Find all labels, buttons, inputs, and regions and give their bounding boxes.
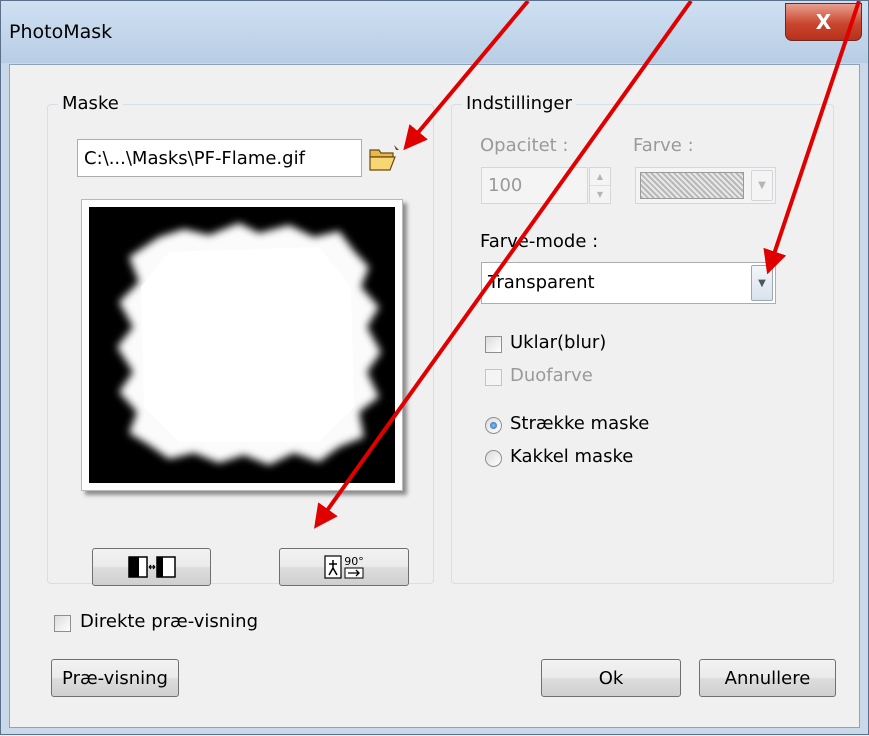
live-preview-label: Direkte præ-visning (80, 611, 259, 632)
opacity-label: Opacitet : (480, 135, 569, 156)
mask-preview-image (89, 207, 395, 483)
invert-mask-button[interactable] (92, 548, 211, 586)
color-mode-label: Farve-mode : (480, 231, 599, 252)
mask-group-label: Maske (58, 93, 123, 114)
settings-group-label: Indstillinger (462, 93, 576, 114)
cancel-button[interactable]: Annullere (699, 659, 836, 697)
color-mode-value: Transparent (488, 272, 595, 293)
rotate-90-icon: 90° (324, 555, 364, 579)
chevron-down-icon[interactable]: ▼ (751, 265, 773, 301)
stretch-mask-label: Strække maske (510, 413, 650, 434)
spin-up-icon[interactable]: ▲ (590, 168, 610, 186)
title-bar[interactable]: PhotoMask X (1, 1, 868, 63)
invert-mask-icon (127, 556, 176, 578)
opacity-value: 100 (488, 175, 523, 196)
color-swatch (640, 172, 744, 199)
color-dropdown-icon[interactable]: ▼ (751, 170, 773, 201)
mask-file-path-field[interactable]: C:\...\Masks\PF-Flame.gif (77, 139, 362, 177)
tile-mask-label: Kakkel maske (510, 446, 634, 467)
spin-down-icon[interactable]: ▼ (590, 186, 610, 204)
duotone-checkbox[interactable] (485, 369, 502, 386)
blur-label: Uklar(blur) (510, 332, 607, 353)
preview-button[interactable]: Præ-visning (51, 659, 179, 697)
close-icon: X (815, 10, 832, 34)
photomask-dialog: PhotoMask X Maske C:\...\Masks\PF-Flame.… (0, 0, 869, 735)
color-mode-select[interactable]: Transparent ▼ (481, 262, 776, 304)
color-label: Farve : (633, 135, 694, 156)
tile-mask-radio[interactable] (485, 450, 502, 467)
rotate-mask-button[interactable]: 90° (279, 548, 409, 586)
cancel-button-label: Annullere (724, 667, 811, 689)
duotone-label: Duofarve (510, 365, 593, 386)
opacity-spinner[interactable]: ▲ ▼ (589, 167, 611, 204)
mask-preview (81, 199, 403, 491)
close-button[interactable]: X (785, 3, 862, 41)
stretch-mask-radio[interactable] (485, 417, 502, 434)
blur-checkbox[interactable] (485, 336, 502, 353)
opacity-field[interactable]: 100 (481, 167, 588, 204)
folder-open-icon[interactable] (367, 141, 401, 175)
dialog-client-area: Maske C:\...\Masks\PF-Flame.gif 90° Inds… (9, 64, 860, 728)
ok-button-label: Ok (598, 667, 624, 689)
ok-button[interactable]: Ok (541, 659, 681, 697)
preview-button-label: Præ-visning (62, 667, 168, 689)
rotate-angle-label: 90° (344, 554, 364, 568)
mask-group: Maske C:\...\Masks\PF-Flame.gif 90° (47, 93, 434, 586)
settings-group: Indstillinger Opacitet : Farve : 100 ▲ ▼… (451, 93, 834, 584)
mask-file-path-text: C:\...\Masks\PF-Flame.gif (84, 147, 305, 169)
live-preview-checkbox[interactable] (54, 615, 71, 632)
color-picker[interactable]: ▼ (635, 167, 776, 204)
window-title: PhotoMask (9, 21, 113, 43)
